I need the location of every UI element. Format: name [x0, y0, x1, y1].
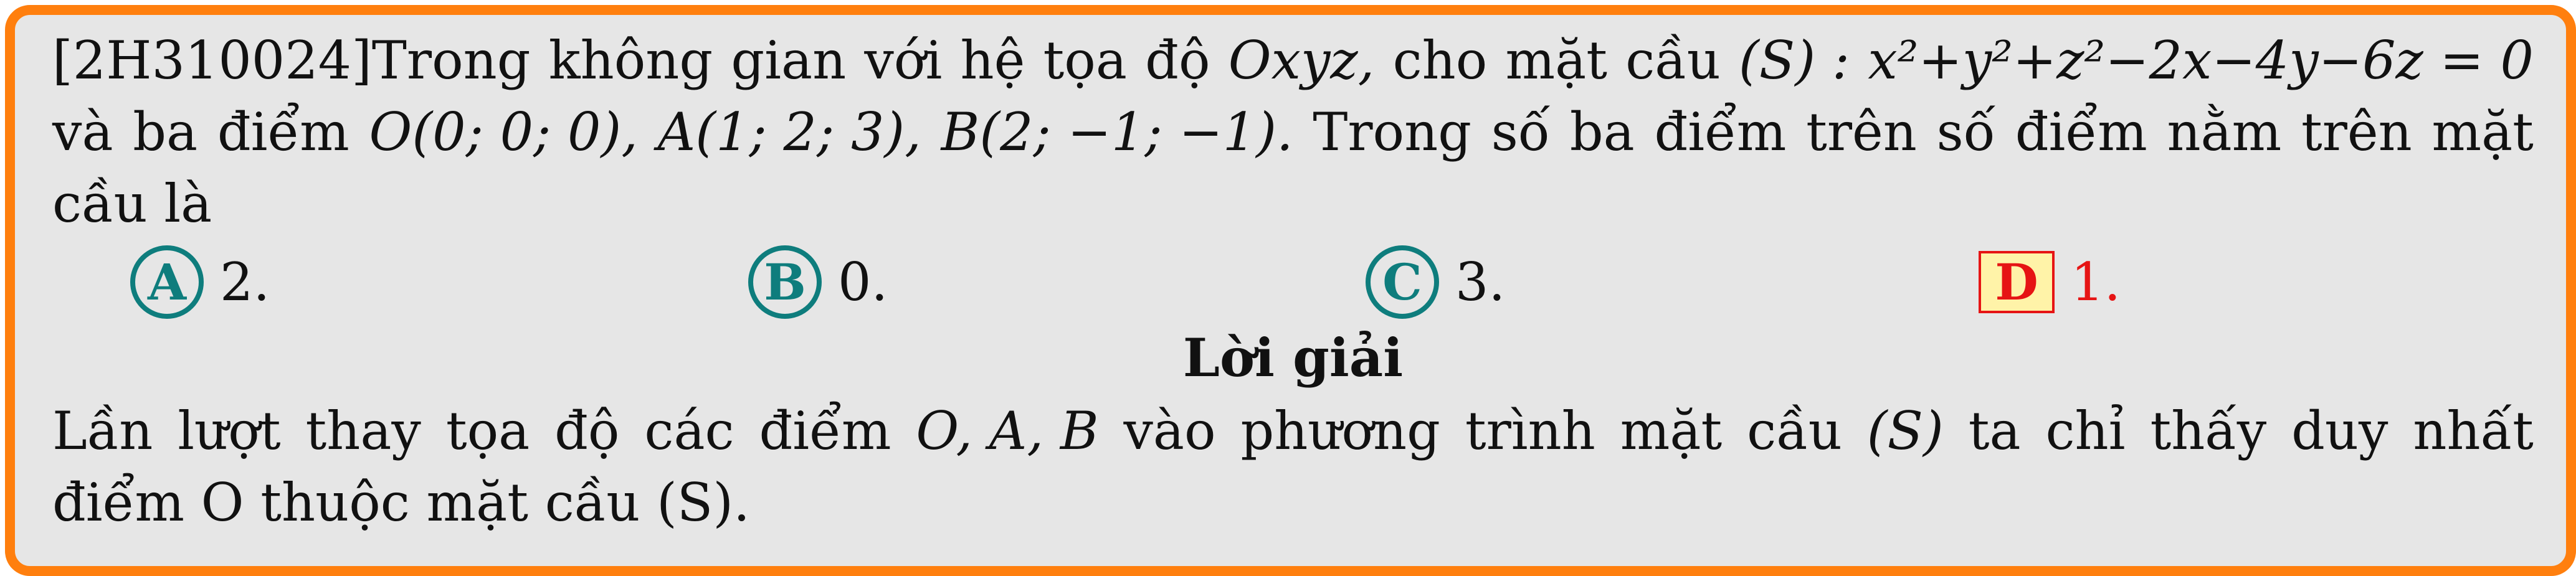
question-word: điểm [2015, 102, 2147, 163]
question-word: điểm [217, 102, 349, 163]
question-word: Trong [1313, 102, 1471, 163]
question-line-1: [2H310024]Trong không gian với hệ tọa độ… [52, 25, 2534, 97]
question-card: [2H310024]Trong không gian với hệ tọa độ… [5, 5, 2576, 576]
point-b: B(2; −1; −1). [941, 102, 1293, 163]
solution-word: tọa [445, 400, 530, 461]
question-word: [2H310024]Trong [52, 30, 531, 91]
solution-word: Lần [52, 400, 153, 461]
question-word: cầu [1625, 30, 1721, 91]
solution-word: điểm [759, 400, 891, 461]
solution-word: lượt [178, 400, 281, 461]
solution-word: mặt [1620, 400, 1723, 461]
card-content: [2H310024]Trong không gian với hệ tọa độ… [52, 25, 2534, 539]
question-word: gian [731, 30, 847, 91]
solution-word: phương [1240, 400, 1440, 461]
solution-title: Lời giải [1182, 327, 1404, 389]
solution-sphere-label: (S) [1866, 400, 1944, 461]
option-c-text: 3. [1455, 252, 1506, 313]
question-word: trên [1806, 102, 1917, 163]
option-c[interactable]: C 3. [1366, 245, 1505, 319]
solution-word: trình [1465, 400, 1595, 461]
option-c-marker: C [1366, 245, 1439, 319]
option-a-text: 2. [220, 252, 270, 313]
solution-word: nhất [2413, 400, 2534, 461]
solution-line-1: Lần lượt thay tọa độ các điểm O, A, B và… [52, 395, 2534, 467]
option-b-text: 0. [838, 252, 888, 313]
question-word: tọa [1043, 30, 1127, 91]
option-b-marker: B [748, 245, 822, 319]
point-o: O(0; 0; 0), [369, 102, 638, 163]
solution-word: độ [554, 400, 620, 461]
question-word: hệ [960, 30, 1025, 91]
option-d-text: 1. [2071, 252, 2121, 313]
solution-word: thấy [2150, 400, 2267, 461]
question-word: nằm [2167, 102, 2282, 163]
question-word: và [52, 102, 113, 163]
question-word: Oxyz, [1228, 30, 1375, 91]
question-word: với [864, 30, 943, 91]
option-d[interactable]: D 1. [1979, 245, 2121, 319]
question-word: cho [1392, 30, 1488, 91]
solution-word: thay [305, 400, 421, 461]
solution-word: các [644, 400, 734, 461]
question-word: mặt [2431, 102, 2534, 163]
solution-word: cầu [1747, 400, 1842, 461]
sphere-equation: x²+y²+z²−2x−4y−6z = 0 [1868, 30, 2534, 91]
option-d-marker: D [1979, 251, 2055, 313]
question-line-2: và ba điểm O(0; 0; 0), A(1; 2; 3), B(2; … [52, 97, 2534, 168]
solution-word: chỉ [2045, 400, 2126, 461]
question-word: độ [1145, 30, 1210, 91]
question-word: ba [133, 102, 198, 163]
question-word: ba [1569, 102, 1635, 163]
question-word: trên [2301, 102, 2412, 163]
solution-points: O, A, B [916, 400, 1099, 461]
solution-word: ta [1968, 400, 2021, 461]
option-a-marker: A [130, 245, 204, 319]
question-line-3: cầu là [52, 173, 212, 234]
sphere-label: (S) : [1739, 30, 1850, 91]
solution-word: duy [2291, 400, 2388, 461]
option-b[interactable]: B 0. [748, 245, 888, 319]
answer-options: A 2. B 0. C 3. D 1. [52, 240, 2534, 327]
question-word: điểm [1654, 102, 1787, 163]
question-word: mặt [1505, 30, 1608, 91]
question-word: số [1936, 102, 1996, 163]
point-a: A(1; 2; 3), [657, 102, 921, 163]
solution-word: vào [1123, 400, 1216, 461]
solution-line-2: điểm O thuộc mặt cầu (S). [52, 472, 750, 533]
question-word: không [548, 30, 713, 91]
option-a[interactable]: A 2. [130, 245, 270, 319]
question-word: số [1491, 102, 1551, 163]
